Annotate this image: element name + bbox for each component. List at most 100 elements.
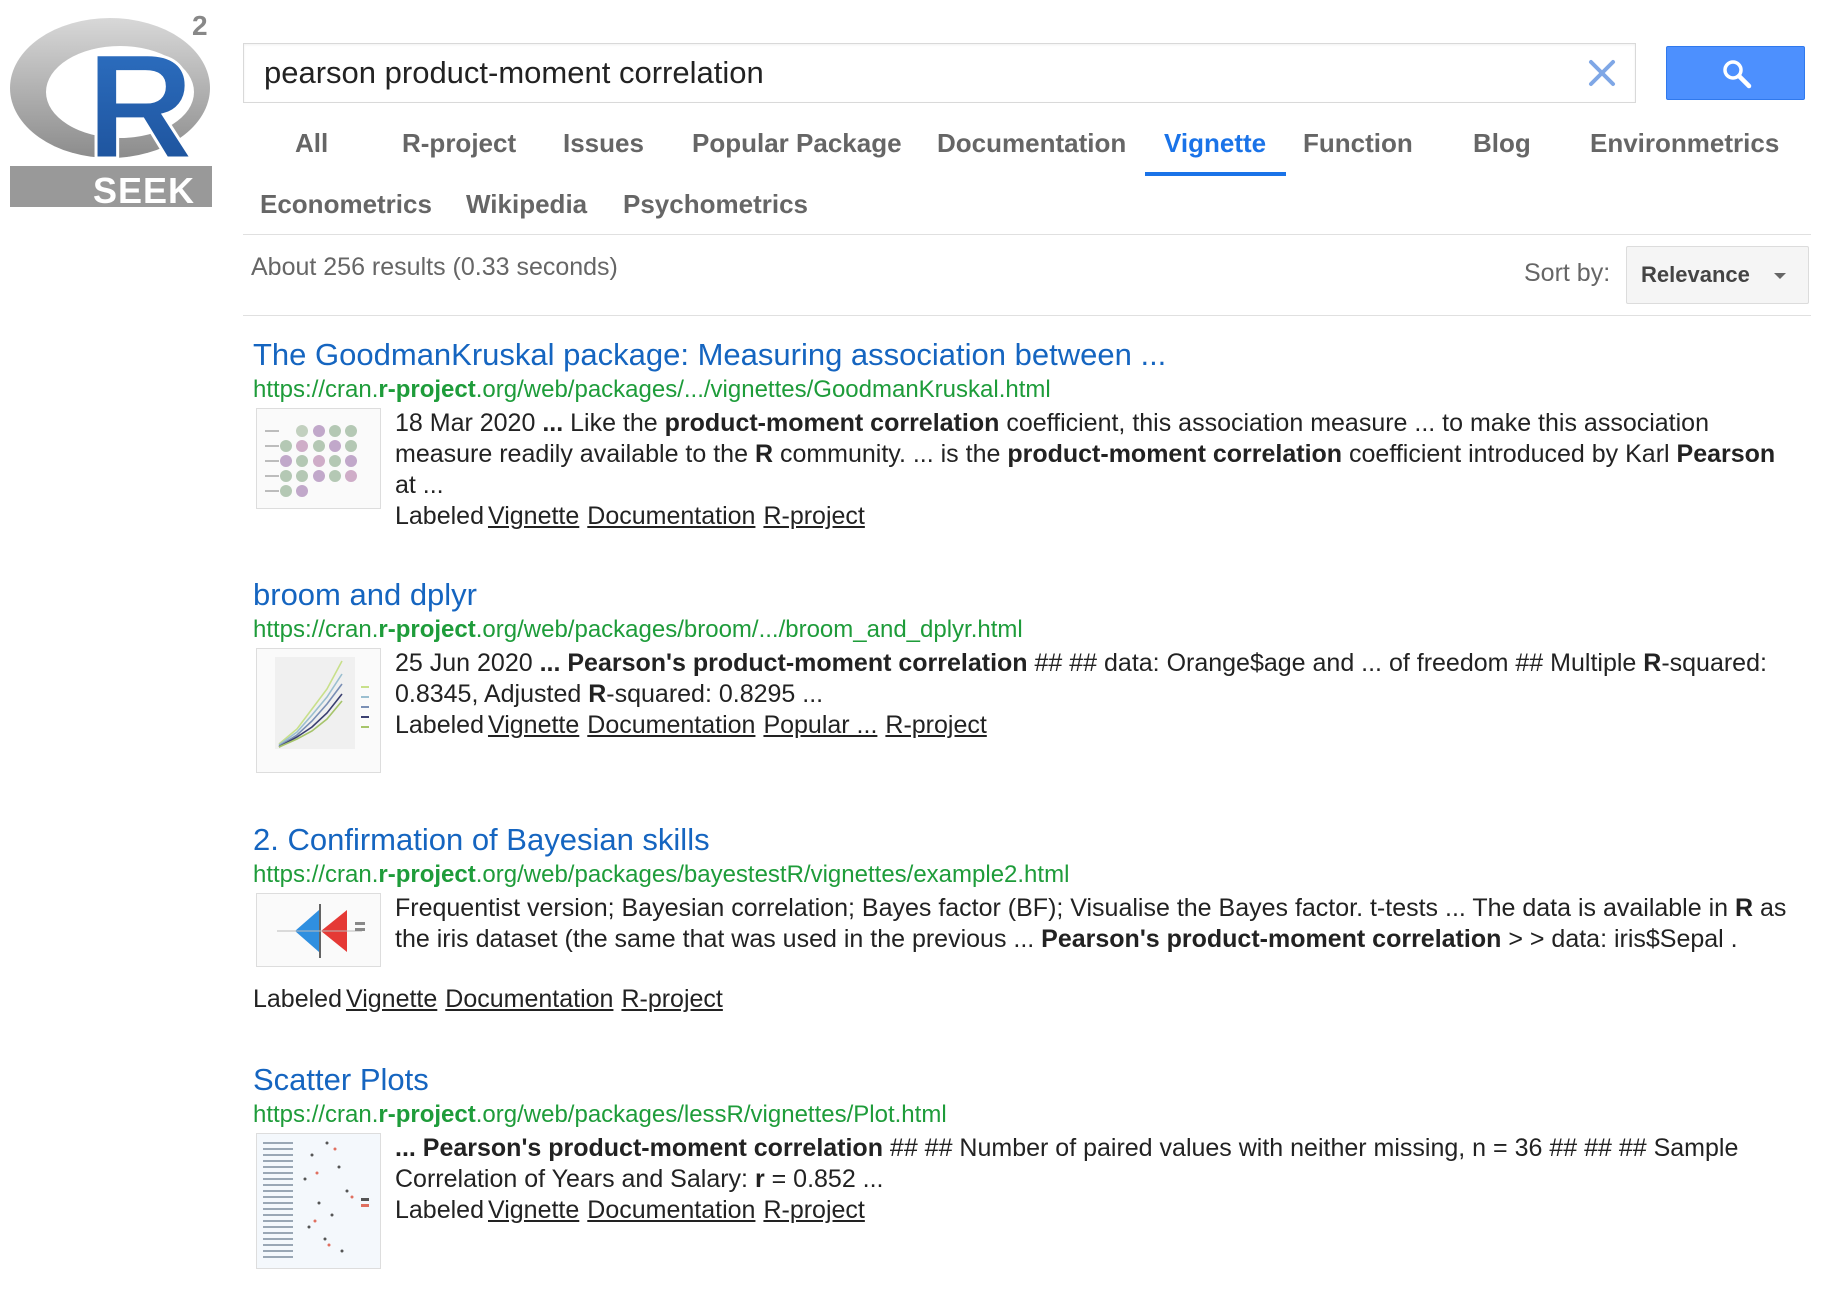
- snippet-fragment: community. ... is the: [773, 440, 1008, 468]
- result-url[interactable]: https://cran.r-project.org/web/packages/…: [253, 1100, 1803, 1130]
- result-snippet: ... Pearson's product-moment correlation…: [395, 1133, 1795, 1226]
- sort-value: Relevance: [1641, 262, 1750, 287]
- label-link-r-project[interactable]: R-project: [763, 502, 864, 530]
- snippet-highlight: Pearson's product-moment correlation: [1041, 925, 1502, 953]
- search-result: broom and dplyr https://cran.r-project.o…: [253, 577, 1803, 782]
- stats-divider: [243, 315, 1811, 316]
- tab-econometrics[interactable]: Econometrics: [260, 189, 432, 220]
- result-url[interactable]: https://cran.r-project.org/web/packages/…: [253, 615, 1803, 645]
- result-title-link[interactable]: Scatter Plots: [253, 1062, 429, 1098]
- logo-superscript: 2: [192, 10, 208, 41]
- rseek-logo[interactable]: R 2 SEEK: [10, 10, 215, 217]
- snippet-fragment: 25 Jun 2020: [395, 649, 540, 677]
- chevron-down-icon: [1774, 273, 1786, 279]
- tab-popular-package[interactable]: Popular Package: [692, 128, 902, 159]
- url-suffix: .org/web/packages/bayestestR/vignettes/e…: [475, 861, 1070, 888]
- label-link-documentation[interactable]: Documentation: [587, 711, 755, 739]
- snippet-fragment: Frequentist version; Bayesian correlatio…: [395, 894, 1735, 922]
- label-link-documentation[interactable]: Documentation: [587, 1196, 755, 1224]
- snippet-fragment: Like the: [563, 409, 665, 437]
- label-link-documentation[interactable]: Documentation: [445, 985, 613, 1013]
- snippet-highlight: ... Pearson's product-moment correlation: [395, 1134, 883, 1162]
- svg-text:R: R: [86, 22, 194, 190]
- url-highlight: r-project: [378, 616, 476, 643]
- result-labels: Labeled Vignette Documentation R-project: [395, 1195, 1795, 1226]
- snippet-fragment: > > data: iris$Sepal .: [1501, 925, 1738, 953]
- label-link-vignette[interactable]: Vignette: [488, 711, 579, 739]
- label-link-r-project[interactable]: R-project: [621, 985, 722, 1013]
- snippet-text: Frequentist version; Bayesian correlatio…: [395, 894, 1786, 953]
- snippet-highlight: r: [754, 1165, 765, 1193]
- clear-search-button[interactable]: [1583, 54, 1621, 92]
- result-snippet: 25 Jun 2020 ... Pearson's product-moment…: [395, 648, 1795, 741]
- tab-blog[interactable]: Blog: [1473, 128, 1531, 159]
- url-prefix: https://cran.: [253, 376, 379, 403]
- tab-function[interactable]: Function: [1303, 128, 1413, 159]
- search-icon: [1723, 60, 1752, 89]
- labeled-prefix: Labeled: [395, 1196, 484, 1224]
- result-snippet: Frequentist version; Bayesian correlatio…: [395, 893, 1795, 955]
- result-title-link[interactable]: 2. Confirmation of Bayesian skills: [253, 822, 710, 858]
- snippet-highlight: R: [1643, 649, 1662, 677]
- tab-r-project[interactable]: R-project: [402, 128, 516, 159]
- snippet-fragment: = 0.852 ...: [764, 1165, 884, 1193]
- label-link-vignette[interactable]: Vignette: [346, 985, 437, 1013]
- sort-dropdown[interactable]: Relevance: [1626, 246, 1809, 304]
- tab-documentation[interactable]: Documentation: [937, 128, 1126, 159]
- result-url[interactable]: https://cran.r-project.org/web/packages/…: [253, 375, 1803, 405]
- search-button[interactable]: [1666, 46, 1805, 100]
- url-highlight: r-project: [378, 1101, 476, 1128]
- labeled-prefix: Labeled: [253, 985, 342, 1013]
- labeled-prefix: Labeled: [395, 502, 484, 530]
- result-title-link[interactable]: The GoodmanKruskal package: Measuring as…: [253, 337, 1166, 373]
- label-link-popular[interactable]: Popular ...: [763, 711, 877, 739]
- label-link-documentation[interactable]: Documentation: [587, 502, 755, 530]
- result-labels: Labeled Vignette Documentation R-project: [395, 501, 1795, 532]
- url-suffix: .org/web/packages/broom/.../broom_and_dp…: [475, 616, 1023, 643]
- snippet-fragment: -squared: 0.8295 ...: [606, 680, 824, 708]
- url-prefix: https://cran.: [253, 1101, 379, 1128]
- url-highlight: r-project: [378, 861, 476, 888]
- search-input[interactable]: [244, 44, 1564, 102]
- snippet-fragment: ## ## data: Orange$age and ... of freedo…: [1027, 649, 1644, 677]
- url-suffix: .org/web/packages/lessR/vignettes/Plot.h…: [475, 1101, 947, 1128]
- tab-environmetrics[interactable]: Environmetrics: [1590, 128, 1779, 159]
- labeled-prefix: Labeled: [395, 711, 484, 739]
- search-result: 2. Confirmation of Bayesian skills https…: [253, 822, 1803, 1022]
- tab-all[interactable]: All: [295, 128, 328, 159]
- result-url[interactable]: https://cran.r-project.org/web/packages/…: [253, 860, 1803, 890]
- result-thumbnail[interactable]: [256, 648, 381, 773]
- result-labels: Labeled Vignette Documentation Popular ... R…: [395, 710, 1795, 741]
- search-result: Scatter Plots https://cran.r-project.org…: [253, 1062, 1803, 1282]
- snippet-highlight: R: [588, 680, 607, 708]
- result-thumbnail[interactable]: [256, 408, 381, 509]
- search-box: [243, 43, 1636, 103]
- snippet-fragment: at ...: [395, 471, 444, 499]
- active-tab-indicator: [1145, 172, 1286, 176]
- url-suffix: .org/web/packages/.../vignettes/GoodmanK…: [475, 376, 1051, 403]
- label-link-r-project[interactable]: R-project: [763, 1196, 864, 1224]
- tabs-divider: [243, 234, 1811, 235]
- snippet-highlight: product-moment correlation: [664, 409, 1000, 437]
- tab-issues[interactable]: Issues: [563, 128, 644, 159]
- snippet-highlight: Pearson: [1676, 440, 1776, 468]
- snippet-fragment: 18 Mar 2020: [395, 409, 543, 437]
- tab-wikipedia[interactable]: Wikipedia: [466, 189, 587, 220]
- snippet-highlight: ... Pearson's product-moment correlation: [539, 649, 1028, 677]
- result-thumbnail[interactable]: [256, 893, 381, 967]
- tab-vignette[interactable]: Vignette: [1164, 128, 1266, 159]
- result-stats: About 256 results (0.33 seconds): [251, 253, 618, 281]
- snippet-fragment: coefficient introduced by Karl: [1342, 440, 1677, 468]
- label-link-r-project[interactable]: R-project: [885, 711, 986, 739]
- url-highlight: r-project: [378, 376, 476, 403]
- tab-psychometrics[interactable]: Psychometrics: [623, 189, 808, 220]
- result-title-link[interactable]: broom and dplyr: [253, 577, 477, 613]
- label-link-vignette[interactable]: Vignette: [488, 502, 579, 530]
- snippet-highlight: R: [754, 440, 773, 468]
- result-thumbnail[interactable]: [256, 1133, 381, 1269]
- label-link-vignette[interactable]: Vignette: [488, 1196, 579, 1224]
- url-prefix: https://cran.: [253, 616, 379, 643]
- result-labels: Labeled Vignette Documentation R-project: [253, 984, 723, 1015]
- logo-text: SEEK: [93, 170, 196, 211]
- snippet-highlight: ...: [542, 409, 564, 437]
